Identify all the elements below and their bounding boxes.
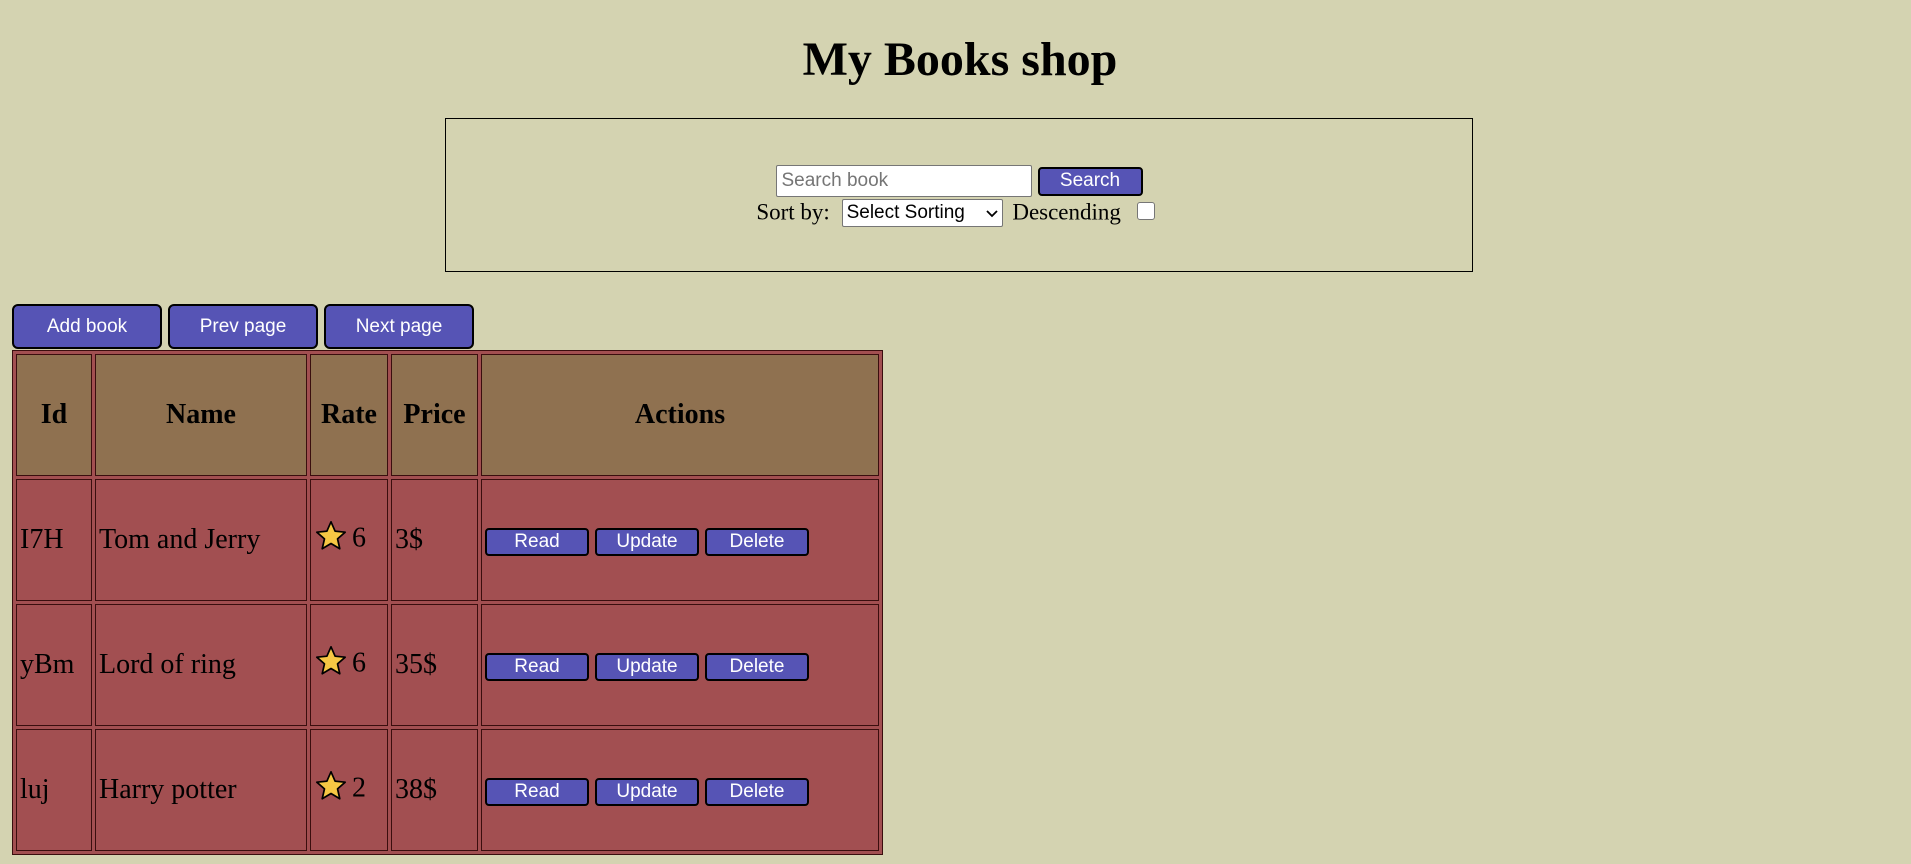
cell-rate: 6 — [310, 479, 388, 601]
read-button[interactable]: Read — [485, 652, 589, 681]
search-panel: Search — [445, 118, 1473, 272]
descending-checkbox[interactable] — [1136, 201, 1155, 220]
prev-page-button[interactable]: Prev page — [168, 304, 318, 349]
table-header-row: Id Name Rate Price Actions — [16, 354, 879, 476]
rate-value: 2 — [352, 772, 366, 804]
cell-id: I7H — [16, 479, 92, 601]
column-header-actions: Actions — [481, 354, 879, 476]
rate-value: 6 — [352, 647, 366, 679]
cell-actions: Read Update Delete — [481, 729, 879, 851]
cell-name: Tom and Jerry — [95, 479, 307, 601]
table-row: luj Harry potter 2 38$ Read Update Delete — [16, 729, 879, 851]
cell-rate: 6 — [310, 604, 388, 726]
update-button[interactable]: Update — [595, 777, 699, 806]
search-row: Search — [446, 165, 1472, 197]
sort-selected-value: Select Sorting — [846, 201, 965, 223]
cell-price: 35$ — [391, 604, 478, 726]
cell-actions: Read Update Delete — [481, 479, 879, 601]
delete-button[interactable]: Delete — [705, 652, 809, 681]
table-row: I7H Tom and Jerry 6 3$ Read Update Delete — [16, 479, 879, 601]
delete-button[interactable]: Delete — [705, 777, 809, 806]
search-input[interactable] — [775, 165, 1032, 197]
sort-row: Sort by: Select Sorting Descending — [0, 198, 1911, 227]
column-header-id: Id — [16, 354, 92, 476]
cell-rate: 2 — [310, 729, 388, 851]
read-button[interactable]: Read — [485, 777, 589, 806]
cell-id: yBm — [16, 604, 92, 726]
star-icon — [314, 644, 348, 686]
descending-label: Descending — [1012, 199, 1121, 225]
cell-name: Lord of ring — [95, 604, 307, 726]
column-header-name: Name — [95, 354, 307, 476]
delete-button[interactable]: Delete — [705, 527, 809, 556]
cell-price: 38$ — [391, 729, 478, 851]
table-row: yBm Lord of ring 6 35$ Read Update Delete — [16, 604, 879, 726]
sort-select[interactable]: Select Sorting — [841, 198, 1003, 227]
star-icon — [314, 769, 348, 811]
page-title: My Books shop — [802, 33, 1118, 86]
cell-price: 3$ — [391, 479, 478, 601]
chevron-down-icon — [985, 205, 998, 221]
column-header-price: Price — [391, 354, 478, 476]
read-button[interactable]: Read — [485, 527, 589, 556]
books-table: Id Name Rate Price Actions I7H Tom and J… — [12, 350, 883, 855]
update-button[interactable]: Update — [595, 527, 699, 556]
sort-label: Sort by: — [756, 199, 830, 225]
page: My Books shop Search Sort by: Select Sor… — [0, 0, 1911, 864]
cell-id: luj — [16, 729, 92, 851]
rate-value: 6 — [352, 522, 366, 554]
cell-actions: Read Update Delete — [481, 604, 879, 726]
search-button[interactable]: Search — [1037, 166, 1143, 196]
add-book-button[interactable]: Add book — [12, 304, 162, 349]
cell-name: Harry potter — [95, 729, 307, 851]
update-button[interactable]: Update — [595, 652, 699, 681]
next-page-button[interactable]: Next page — [324, 304, 474, 349]
column-header-rate: Rate — [310, 354, 388, 476]
star-icon — [314, 519, 348, 561]
